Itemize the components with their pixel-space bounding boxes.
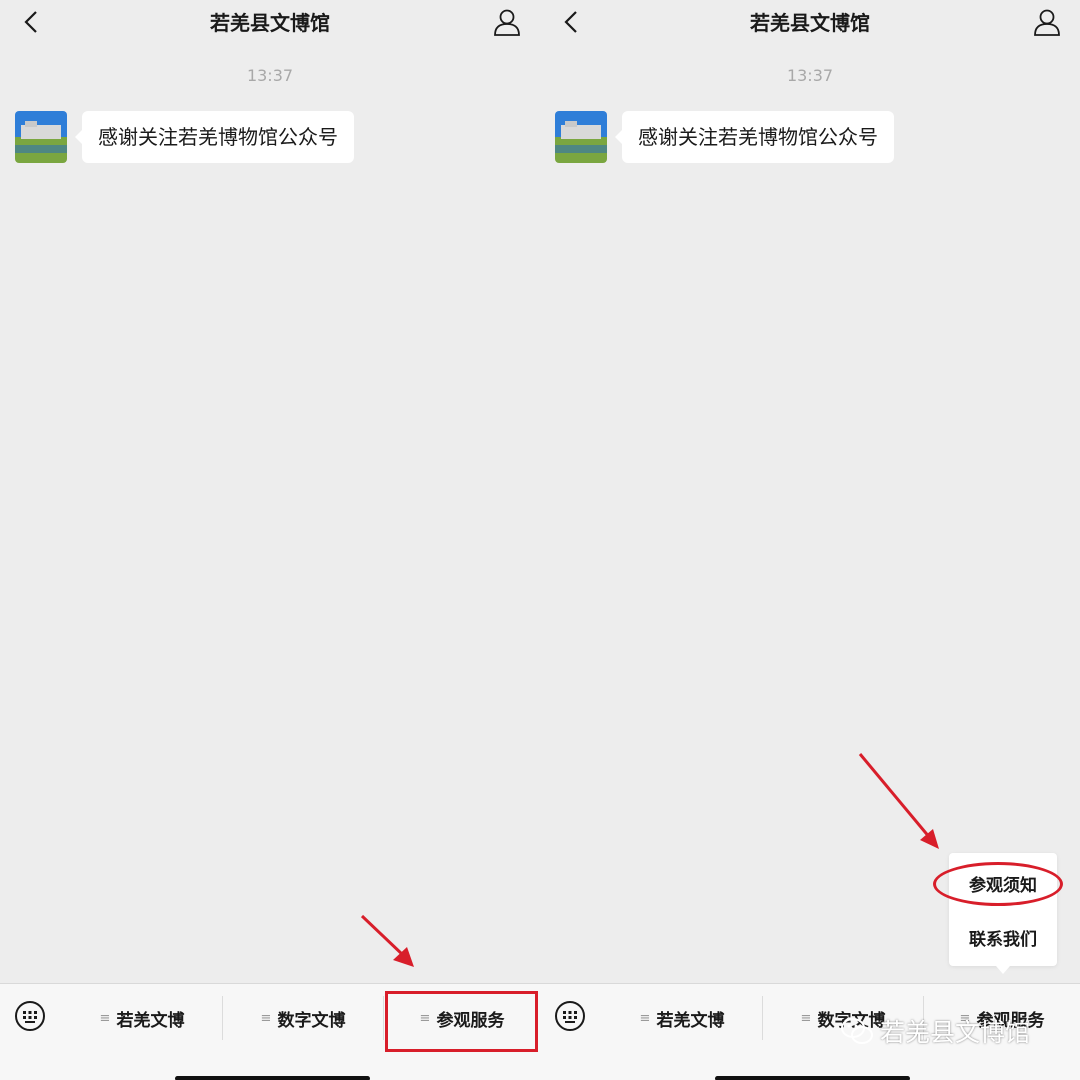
left-panel: 若羌县文博馆 13:37 感谢关注若羌博物馆公众号 ≡ 若羌文博 ≡ 数字文博 … [0,0,540,1080]
watermark: 若羌县文博馆 [840,1013,1030,1049]
watermark-text: 若羌县文博馆 [880,1018,1031,1047]
wechat-icon [841,1018,873,1044]
annotation-arrow [858,753,939,849]
right-panel: 若羌县文博馆 13:37 感谢关注若羌博物馆公众号 参观须知 联系我们 ≡ 若羌… [540,0,1080,1080]
annotation-arrow [360,914,414,967]
